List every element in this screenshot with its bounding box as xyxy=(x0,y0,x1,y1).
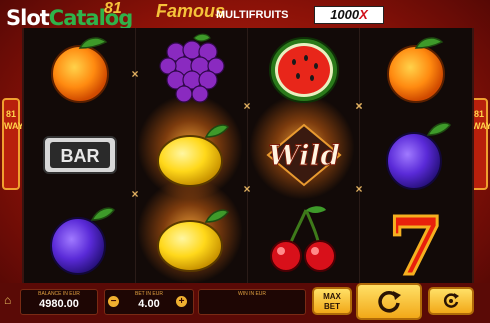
plum-symbol xyxy=(386,122,451,190)
max-bet-line1: MAX xyxy=(323,292,341,301)
refresh-icon xyxy=(378,291,401,313)
seven-symbol: 7 xyxy=(387,198,446,282)
balance-label: BALANCE IN EUR xyxy=(38,291,80,297)
reel-divider xyxy=(247,28,248,283)
reel-divider xyxy=(359,28,360,283)
multiplier-value: 1000 xyxy=(330,7,360,22)
balance-value: 4980.00 xyxy=(39,298,79,310)
reel-cross-marker: × xyxy=(131,187,139,201)
balance-panel: BALANCE IN EUR 4980.00 xyxy=(20,289,98,315)
win-label: WIN IN EUR xyxy=(237,291,267,297)
home-icon[interactable]: ⌂ xyxy=(4,293,11,307)
lemon-symbol xyxy=(157,124,229,187)
bet-increase-button[interactable]: + xyxy=(176,296,187,307)
wild-symbol-label: Wild xyxy=(268,139,340,172)
ways-badge-right-label: WAYS xyxy=(472,121,490,131)
game-title-word: Famous xyxy=(156,1,226,21)
game-title-multiplier: 1000X xyxy=(314,6,384,24)
watermelon-symbol xyxy=(269,37,339,103)
orange-symbol xyxy=(387,37,445,103)
max-bet-line2: BET xyxy=(324,302,340,311)
game-title-number: 81 xyxy=(104,0,122,17)
ways-badge-right-number: 81 xyxy=(473,109,484,119)
seven-symbol-label: 7 xyxy=(388,199,444,282)
wild-symbol: Wild xyxy=(266,123,342,187)
plum-symbol xyxy=(50,207,115,275)
multiplier-suffix: X xyxy=(359,7,368,22)
reels-area: BAR Wild 7 × × × × × × × xyxy=(22,28,474,284)
orange-symbol xyxy=(51,37,109,103)
bar-symbol: BAR xyxy=(43,136,117,174)
lemon-symbol xyxy=(157,209,229,272)
autoplay-button[interactable] xyxy=(428,287,474,315)
cherries-symbol xyxy=(270,206,336,272)
reel-cross-marker: × xyxy=(131,67,139,81)
bar-symbol-label: BAR xyxy=(61,146,100,166)
reel-cross-marker: × xyxy=(355,99,363,113)
win-panel: WIN IN EUR xyxy=(198,289,306,315)
ways-badge-left: 81 WAYS xyxy=(2,98,30,190)
game-header: SlotCatalog 81 Famous MULTIFRUITS 1000X xyxy=(0,0,490,30)
autoplay-icon xyxy=(443,293,459,308)
game-title-multifruits: MULTIFRUITS xyxy=(216,9,289,21)
watermark-part1: Slot xyxy=(6,6,50,30)
reel-cross-marker: × xyxy=(243,99,251,113)
grapes-symbol xyxy=(159,33,225,103)
max-bet-button[interactable]: MAX BET xyxy=(312,287,352,315)
reel-cross-marker: × xyxy=(355,182,363,196)
ways-badge-left-label: WAYS xyxy=(4,121,30,131)
bet-decrease-button[interactable]: − xyxy=(108,296,119,307)
ways-badge-left-number: 81 xyxy=(5,109,16,119)
spin-button[interactable] xyxy=(356,283,422,320)
reel-cross-marker: × xyxy=(243,182,251,196)
